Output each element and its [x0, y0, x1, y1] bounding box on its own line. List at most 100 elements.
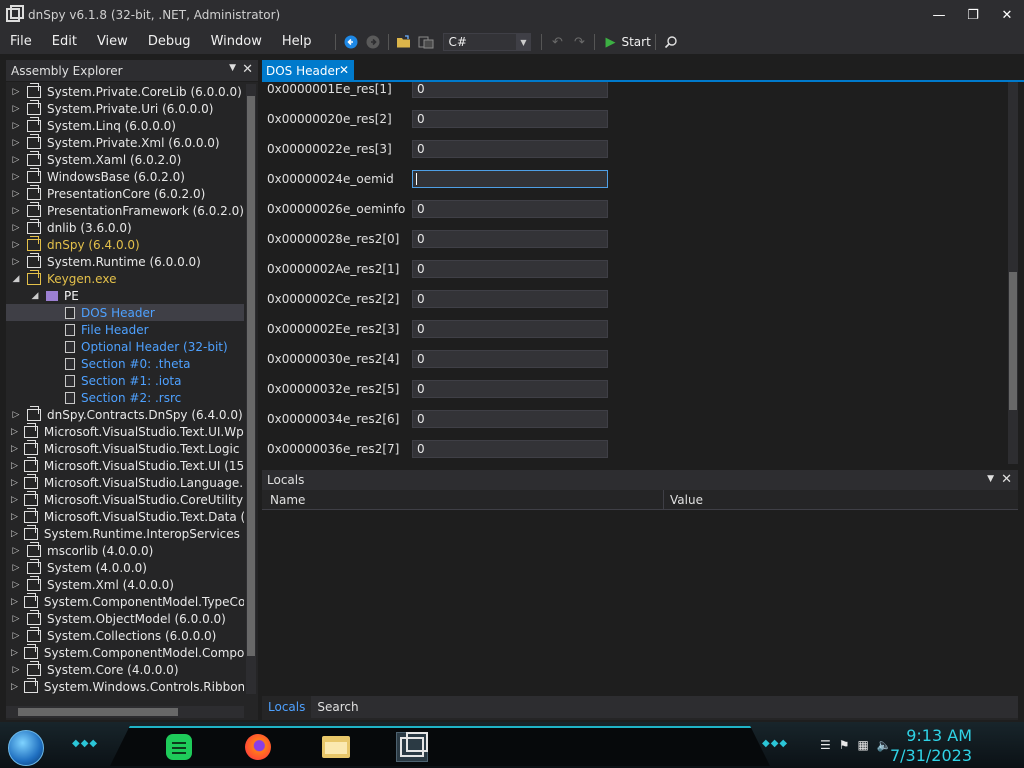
expand-arrow-icon[interactable]: ▷	[11, 478, 18, 488]
expand-arrow-icon[interactable]: ▷	[11, 257, 21, 267]
field-value-input[interactable]: 0	[412, 290, 608, 308]
tree-item[interactable]: ◢ Keygen.exe	[6, 269, 244, 287]
start-orb-icon[interactable]	[8, 730, 44, 766]
field-value-input[interactable]: 0	[412, 410, 608, 428]
expand-arrow-icon[interactable]: ▷	[11, 495, 18, 505]
tree-item[interactable]: Section #2: .rsrc	[6, 389, 244, 406]
expand-arrow-icon[interactable]: ▷	[11, 444, 18, 454]
taskbar-dnspy-icon[interactable]	[396, 732, 428, 762]
column-header-value[interactable]: Value	[664, 490, 703, 509]
undo-icon[interactable]: ↶	[547, 32, 567, 52]
field-value-input[interactable]: 0	[412, 230, 608, 248]
expand-arrow-icon[interactable]: ▷	[11, 580, 21, 590]
field-value-input[interactable]: 0	[412, 440, 608, 458]
menu-view[interactable]: View	[87, 30, 138, 54]
expand-arrow-icon[interactable]: ▷	[11, 682, 18, 692]
panel-close-icon[interactable]: ✕	[242, 62, 253, 77]
taskbar-file-explorer-icon[interactable]	[320, 732, 352, 762]
tree-item[interactable]: ▷ System.ComponentModel.Composit	[6, 643, 244, 661]
field-value-input[interactable]: 0	[412, 200, 608, 218]
close-tab-icon[interactable]: ✕	[339, 63, 349, 77]
tree-item[interactable]: ▷ PresentationCore (6.0.2.0)	[6, 184, 244, 202]
redo-icon[interactable]: ↷	[569, 32, 589, 52]
tree-item[interactable]: ▷ Microsoft.VisualStudio.Text.Data (15.0	[6, 507, 244, 525]
expand-arrow-icon[interactable]: ▷	[11, 104, 21, 114]
tree-item[interactable]: ▷ System.Linq (6.0.0.0)	[6, 116, 244, 134]
expand-arrow-icon[interactable]: ▷	[11, 172, 21, 182]
action-center-flag-icon[interactable]: ⚑	[839, 738, 850, 752]
system-clock[interactable]: 9:13 AM 7/31/2023	[890, 726, 972, 766]
column-header-name[interactable]: Name	[262, 490, 664, 509]
field-value-input[interactable]: 0	[412, 350, 608, 368]
tree-item[interactable]: ▷ System (4.0.0.0)	[6, 558, 244, 576]
field-value-input[interactable]: 0	[412, 320, 608, 338]
expand-arrow-icon[interactable]: ▷	[11, 206, 21, 216]
tree-item[interactable]: Section #1: .iota	[6, 372, 244, 389]
open-list-icon[interactable]	[416, 32, 436, 52]
tree-item[interactable]: DOS Header	[6, 304, 244, 321]
field-value-input[interactable]: 0	[412, 260, 608, 278]
tree-item[interactable]: ▷ System.Xaml (6.0.2.0)	[6, 150, 244, 168]
expand-arrow-icon[interactable]: ▷	[11, 665, 21, 675]
expand-arrow-icon[interactable]: ▷	[11, 648, 18, 658]
field-value-input[interactable]: 0	[412, 140, 608, 158]
expand-arrow-icon[interactable]: ▷	[11, 223, 21, 233]
tree-item[interactable]: ▷ Microsoft.VisualStudio.CoreUtility (15	[6, 490, 244, 508]
open-file-icon[interactable]	[394, 32, 414, 52]
tree-item[interactable]: ▷ System.Runtime.InteropServices (6.0.	[6, 524, 244, 542]
expand-arrow-icon[interactable]: ▷	[11, 461, 18, 471]
menu-help[interactable]: Help	[272, 30, 322, 54]
close-window-button[interactable]: ✕	[990, 0, 1024, 30]
expand-arrow-icon[interactable]: ▷	[11, 240, 21, 250]
start-debugging-button[interactable]: ▶ Start	[605, 35, 650, 50]
menu-window[interactable]: Window	[201, 30, 272, 54]
tree-item[interactable]: ▷ dnlib (3.6.0.0)	[6, 218, 244, 236]
field-value-input[interactable]: 0	[412, 82, 608, 98]
tree-item[interactable]: ▷ System.Core (4.0.0.0)	[6, 660, 244, 678]
tree-item[interactable]: Section #0: .theta	[6, 355, 244, 372]
tree-item[interactable]: ▷ System.Private.Xml (6.0.0.0)	[6, 133, 244, 151]
tree-item[interactable]: ▷ WindowsBase (6.0.2.0)	[6, 167, 244, 185]
expanded-arrow-icon[interactable]: ◢	[11, 274, 21, 284]
expand-arrow-icon[interactable]: ▷	[11, 155, 21, 165]
expanded-arrow-icon[interactable]: ◢	[30, 291, 40, 301]
tree-item[interactable]: ▷ System.Windows.Controls.Ribbon (6.	[6, 677, 244, 695]
tree-item[interactable]: ▷ System.Runtime (6.0.0.0)	[6, 252, 244, 270]
tray-menu-icon[interactable]: ☰	[820, 738, 831, 752]
expand-arrow-icon[interactable]: ▷	[11, 427, 18, 437]
tree-item[interactable]: ▷ mscorlib (4.0.0.0)	[6, 541, 244, 559]
expand-arrow-icon[interactable]: ▷	[11, 410, 21, 420]
navigate-forward-icon[interactable]	[363, 32, 383, 52]
menu-file[interactable]: File	[0, 30, 42, 54]
taskbar-firefox-icon[interactable]	[242, 732, 274, 762]
expand-arrow-icon[interactable]: ▷	[11, 546, 21, 556]
expand-arrow-icon[interactable]: ▷	[11, 512, 18, 522]
expand-arrow-icon[interactable]: ▷	[11, 614, 21, 624]
tree-item[interactable]: ▷ dnSpy (6.4.0.0)	[6, 235, 244, 253]
tree-item[interactable]: ◢ PE	[6, 287, 244, 304]
minimize-button[interactable]: —	[922, 0, 956, 30]
tree-item[interactable]: ▷ System.ComponentModel.TypeConv	[6, 592, 244, 610]
expand-arrow-icon[interactable]: ▷	[11, 121, 21, 131]
tree-item[interactable]: ▷ Microsoft.VisualStudio.Language.Inte	[6, 473, 244, 491]
tree-item[interactable]: ▷ Microsoft.VisualStudio.Text.Logic (15	[6, 439, 244, 457]
panel-close-icon[interactable]: ✕	[1001, 472, 1012, 487]
tree-item[interactable]: ▷ System.Xml (4.0.0.0)	[6, 575, 244, 593]
panel-dropdown-icon[interactable]: ▼	[987, 474, 994, 484]
tab-locals[interactable]: Locals	[262, 696, 312, 718]
field-value-input[interactable]: 0	[412, 380, 608, 398]
expand-arrow-icon[interactable]: ▷	[11, 189, 21, 199]
tree-item[interactable]: File Header	[6, 321, 244, 338]
panel-dropdown-icon[interactable]: ▼	[229, 63, 236, 73]
tree-item[interactable]: ▷ Microsoft.VisualStudio.Text.UI (15.0.0	[6, 456, 244, 474]
tree-item[interactable]: Optional Header (32-bit)	[6, 338, 244, 355]
field-value-input[interactable]: 0	[412, 110, 608, 128]
tab-search[interactable]: Search	[311, 696, 364, 718]
tree-item[interactable]: ▷ System.Private.CoreLib (6.0.0.0)	[6, 83, 244, 100]
search-icon[interactable]	[661, 32, 681, 52]
expand-arrow-icon[interactable]: ▷	[11, 631, 21, 641]
tree-item[interactable]: ▷ Microsoft.VisualStudio.Text.UI.Wpf (1	[6, 422, 244, 440]
tree-item[interactable]: ▷ dnSpy.Contracts.DnSpy (6.4.0.0)	[6, 405, 244, 423]
explorer-vertical-scrollbar[interactable]	[246, 84, 256, 694]
expand-arrow-icon[interactable]: ▷	[11, 138, 21, 148]
